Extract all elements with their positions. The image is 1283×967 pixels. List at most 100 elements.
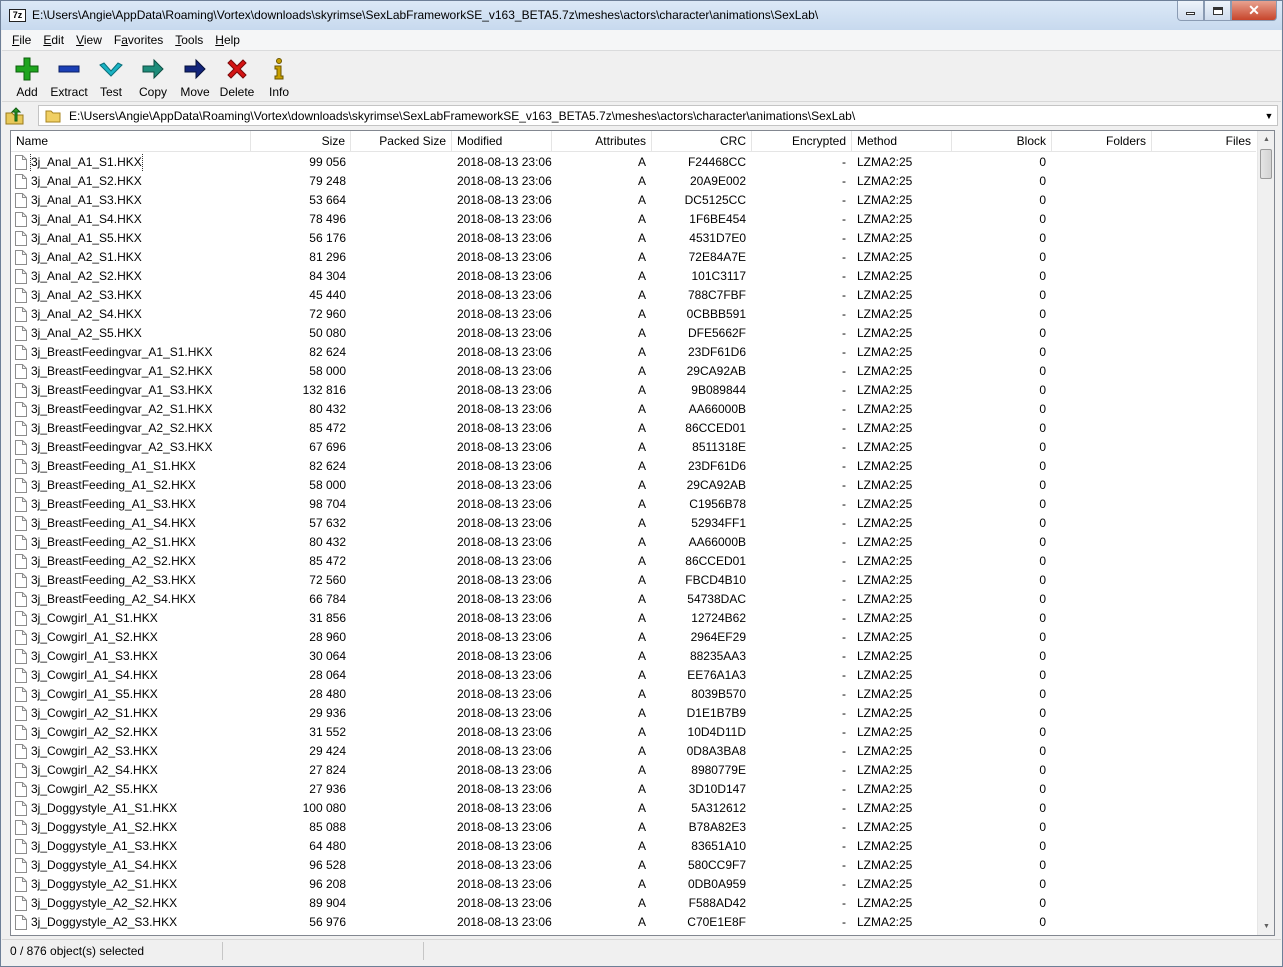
table-row[interactable]: 3j_BreastFeedingvar_A2_S3.HKX 67 696 2018-… xyxy=(11,438,1256,457)
table-row[interactable]: 3j_BreastFeeding_A1_S4.HKX 57 632 2018-08-… xyxy=(11,514,1256,533)
file-attributes: A xyxy=(637,155,646,169)
file-method: LZMA2:25 xyxy=(857,573,913,587)
file-packed-size xyxy=(351,457,451,476)
info-button[interactable]: Info xyxy=(258,52,300,100)
file-encrypted: - xyxy=(842,326,846,340)
column-crc[interactable]: CRC xyxy=(652,131,752,152)
scroll-up-button[interactable]: ▲ xyxy=(1258,131,1274,148)
copy-label: Copy xyxy=(138,85,167,99)
menu-favorites[interactable]: Favorites xyxy=(108,31,169,50)
extract-button[interactable]: Extract xyxy=(48,52,90,100)
file-crc: 83651A10 xyxy=(691,839,746,853)
table-row[interactable]: 3j_BreastFeedingvar_A1_S1.HKX 82 624 2018-… xyxy=(11,343,1256,362)
file-size: 31 856 xyxy=(309,611,346,625)
scroll-down-button[interactable]: ▼ xyxy=(1258,918,1274,935)
table-row[interactable]: 3j_Anal_A1_S5.HKX 56 176 2018-08-13 23:06 A… xyxy=(11,229,1256,248)
file-modified: 2018-08-13 23:06 xyxy=(457,782,552,796)
column-size[interactable]: Size xyxy=(251,131,351,152)
column-folders[interactable]: Folders xyxy=(1052,131,1152,152)
table-row[interactable]: 3j_BreastFeedingvar_A2_S1.HKX 80 432 2018-… xyxy=(11,400,1256,419)
table-row[interactable]: 3j_Doggystyle_A2_S1.HKX 96 208 2018-08-13 … xyxy=(11,875,1256,894)
table-row[interactable]: 3j_Cowgirl_A2_S2.HKX 31 552 2018-08-13 23:… xyxy=(11,723,1256,742)
table-row[interactable]: 3j_Anal_A1_S1.HKX 99 056 2018-08-13 23:06 A… xyxy=(11,153,1256,172)
table-row[interactable]: 3j_BreastFeeding_A1_S2.HKX 58 000 2018-08-… xyxy=(11,476,1256,495)
table-row[interactable]: 3j_BreastFeeding_A1_S3.HKX 98 704 2018-08-… xyxy=(11,495,1256,514)
menu-file[interactable]: File xyxy=(6,31,37,50)
column-attributes[interactable]: Attributes xyxy=(552,131,652,152)
table-row[interactable]: 3j_Anal_A1_S3.HKX 53 664 2018-08-13 23:06 A… xyxy=(11,191,1256,210)
column-packed-size[interactable]: Packed Size xyxy=(351,131,452,152)
table-row[interactable]: 3j_Anal_A2_S1.HKX 81 296 2018-08-13 23:06 A… xyxy=(11,248,1256,267)
file-block: 0 xyxy=(1039,896,1046,910)
table-row[interactable]: 3j_Doggystyle_A1_S1.HKX 100 080 2018-08-13… xyxy=(11,799,1256,818)
vertical-scrollbar[interactable]: ▲ ▼ xyxy=(1257,131,1274,935)
table-row[interactable]: 3j_Cowgirl_A2_S3.HKX 29 424 2018-08-13 23:… xyxy=(11,742,1256,761)
column-method[interactable]: Method xyxy=(852,131,952,152)
minimize-button[interactable] xyxy=(1177,1,1204,21)
close-button[interactable]: ✕ xyxy=(1231,1,1277,21)
table-row[interactable]: 3j_Anal_A2_S2.HKX 84 304 2018-08-13 23:06 A… xyxy=(11,267,1256,286)
address-input[interactable]: E:\Users\Angie\AppData\Roaming\Vortex\do… xyxy=(38,105,1278,126)
table-row[interactable]: 3j_BreastFeeding_A2_S2.HKX 85 472 2018-08-… xyxy=(11,552,1256,571)
table-row[interactable]: 3j_Doggystyle_A1_S4.HKX 96 528 2018-08-13 … xyxy=(11,856,1256,875)
file-attributes: A xyxy=(637,649,646,663)
file-name: 3j_Anal_A1_S2.HKX xyxy=(31,174,142,188)
copy-arrow-icon xyxy=(140,55,166,83)
column-block[interactable]: Block xyxy=(952,131,1052,152)
column-name[interactable]: Name xyxy=(11,131,251,152)
table-row[interactable]: 3j_BreastFeeding_A1_S1.HKX 82 624 2018-08-… xyxy=(11,457,1256,476)
table-row[interactable]: 3j_Cowgirl_A2_S5.HKX 27 936 2018-08-13 23:… xyxy=(11,780,1256,799)
table-row[interactable]: 3j_BreastFeedingvar_A1_S2.HKX 58 000 2018-… xyxy=(11,362,1256,381)
file-attributes: A xyxy=(637,288,646,302)
table-row[interactable]: 3j_BreastFeeding_A2_S3.HKX 72 560 2018-08-… xyxy=(11,571,1256,590)
table-row[interactable]: 3j_Anal_A2_S3.HKX 45 440 2018-08-13 23:06 A… xyxy=(11,286,1256,305)
menu-edit[interactable]: Edit xyxy=(37,31,70,50)
menu-view[interactable]: View xyxy=(70,31,108,50)
up-folder-button[interactable] xyxy=(2,104,28,128)
table-row[interactable]: 3j_Anal_A2_S4.HKX 72 960 2018-08-13 23:06 A… xyxy=(11,305,1256,324)
table-row[interactable]: 3j_BreastFeedingvar_A2_S2.HKX 85 472 2018-… xyxy=(11,419,1256,438)
column-modified[interactable]: Modified xyxy=(452,131,552,152)
scroll-thumb[interactable] xyxy=(1260,149,1272,179)
file-modified: 2018-08-13 23:06 xyxy=(457,725,552,739)
test-button[interactable]: Test xyxy=(90,52,132,100)
table-row[interactable]: 3j_Anal_A2_S5.HKX 50 080 2018-08-13 23:06 A… xyxy=(11,324,1256,343)
table-row[interactable]: 3j_Anal_A1_S4.HKX 78 496 2018-08-13 23:06 A… xyxy=(11,210,1256,229)
table-row[interactable]: 3j_Cowgirl_A1_S5.HKX 28 480 2018-08-13 23:… xyxy=(11,685,1256,704)
file-crc: 23DF61D6 xyxy=(687,345,746,359)
file-modified: 2018-08-13 23:06 xyxy=(457,516,552,530)
file-icon xyxy=(15,687,27,702)
table-row[interactable]: 3j_Cowgirl_A1_S4.HKX 28 064 2018-08-13 23:… xyxy=(11,666,1256,685)
chevron-down-icon: ▼ xyxy=(1264,110,1274,121)
table-row[interactable]: 3j_Cowgirl_A1_S3.HKX 30 064 2018-08-13 23:… xyxy=(11,647,1256,666)
table-row[interactable]: 3j_Cowgirl_A2_S1.HKX 29 936 2018-08-13 23:… xyxy=(11,704,1256,723)
table-row[interactable]: 3j_Doggystyle_A1_S2.HKX 85 088 2018-08-13 … xyxy=(11,818,1256,837)
table-row[interactable]: 3j_Cowgirl_A1_S1.HKX 31 856 2018-08-13 23:… xyxy=(11,609,1256,628)
table-row[interactable]: 3j_Cowgirl_A2_S4.HKX 27 824 2018-08-13 23:… xyxy=(11,761,1256,780)
column-files[interactable]: Files xyxy=(1152,131,1256,152)
table-row[interactable]: 3j_Anal_A1_S2.HKX 79 248 2018-08-13 23:06 A… xyxy=(11,172,1256,191)
table-row[interactable]: 3j_BreastFeeding_A2_S4.HKX 66 784 2018-08-… xyxy=(11,590,1256,609)
menu-tools[interactable]: Tools xyxy=(169,31,209,50)
file-list[interactable]: Name Size Packed Size Modified Attribute… xyxy=(10,130,1275,936)
address-dropdown-button[interactable]: ▼ xyxy=(1261,106,1277,125)
move-button[interactable]: Move xyxy=(174,52,216,100)
table-row[interactable]: 3j_BreastFeeding_A2_S1.HKX 80 432 2018-08-… xyxy=(11,533,1256,552)
file-attributes: A xyxy=(637,364,646,378)
menu-help[interactable]: Help xyxy=(209,31,246,50)
table-row[interactable]: 3j_Doggystyle_A2_S2.HKX 89 904 2018-08-13 … xyxy=(11,894,1256,913)
table-row[interactable]: 3j_Doggystyle_A1_S3.HKX 64 480 2018-08-13 … xyxy=(11,837,1256,856)
file-attributes: A xyxy=(637,820,646,834)
file-icon xyxy=(15,288,27,303)
column-encrypted[interactable]: Encrypted xyxy=(752,131,852,152)
copy-button[interactable]: Copy xyxy=(132,52,174,100)
table-row[interactable]: 3j_BreastFeedingvar_A1_S3.HKX 132 816 2018… xyxy=(11,381,1256,400)
delete-button[interactable]: Delete xyxy=(216,52,258,100)
file-encrypted: - xyxy=(842,896,846,910)
table-row[interactable]: 3j_Doggystyle_A2_S3.HKX 56 976 2018-08-13 … xyxy=(11,913,1256,932)
file-modified: 2018-08-13 23:06 xyxy=(457,269,552,283)
table-row[interactable]: 3j_Cowgirl_A1_S2.HKX 28 960 2018-08-13 23:… xyxy=(11,628,1256,647)
add-button[interactable]: Add xyxy=(6,52,48,100)
maximize-button[interactable] xyxy=(1204,1,1231,21)
file-name-cell: 3j_Cowgirl_A1_S5.HKX xyxy=(15,685,255,704)
